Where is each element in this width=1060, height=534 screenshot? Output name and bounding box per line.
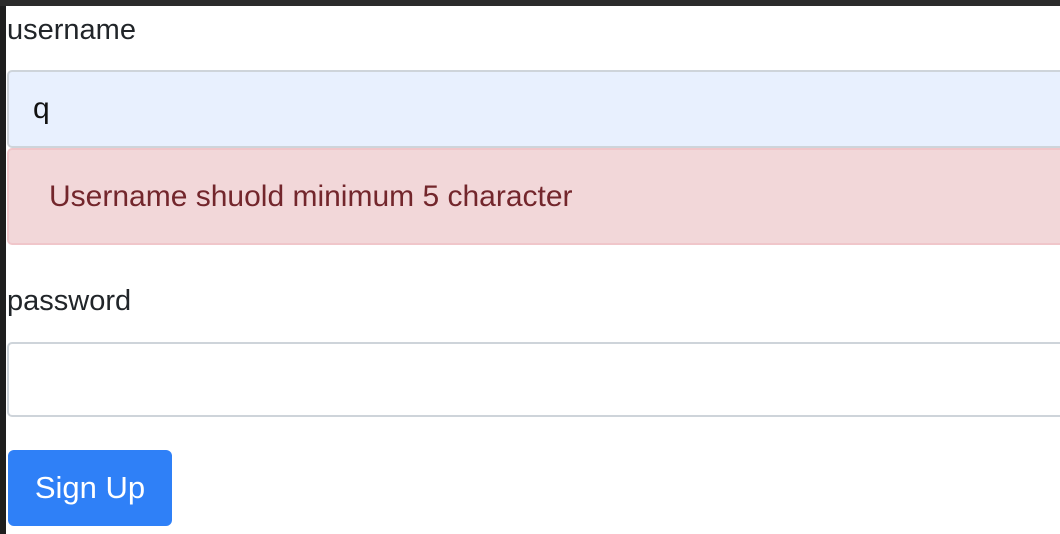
password-input[interactable] [7, 342, 1060, 417]
username-error-alert: Username shuold minimum 5 character [7, 148, 1060, 245]
signup-form: username Username shuold minimum 5 chara… [6, 6, 1060, 534]
username-error-text: Username shuold minimum 5 character [49, 179, 573, 213]
username-label: username [7, 14, 136, 46]
sign-up-button[interactable]: Sign Up [8, 450, 172, 526]
password-label: password [7, 285, 132, 317]
username-input[interactable] [7, 70, 1060, 148]
